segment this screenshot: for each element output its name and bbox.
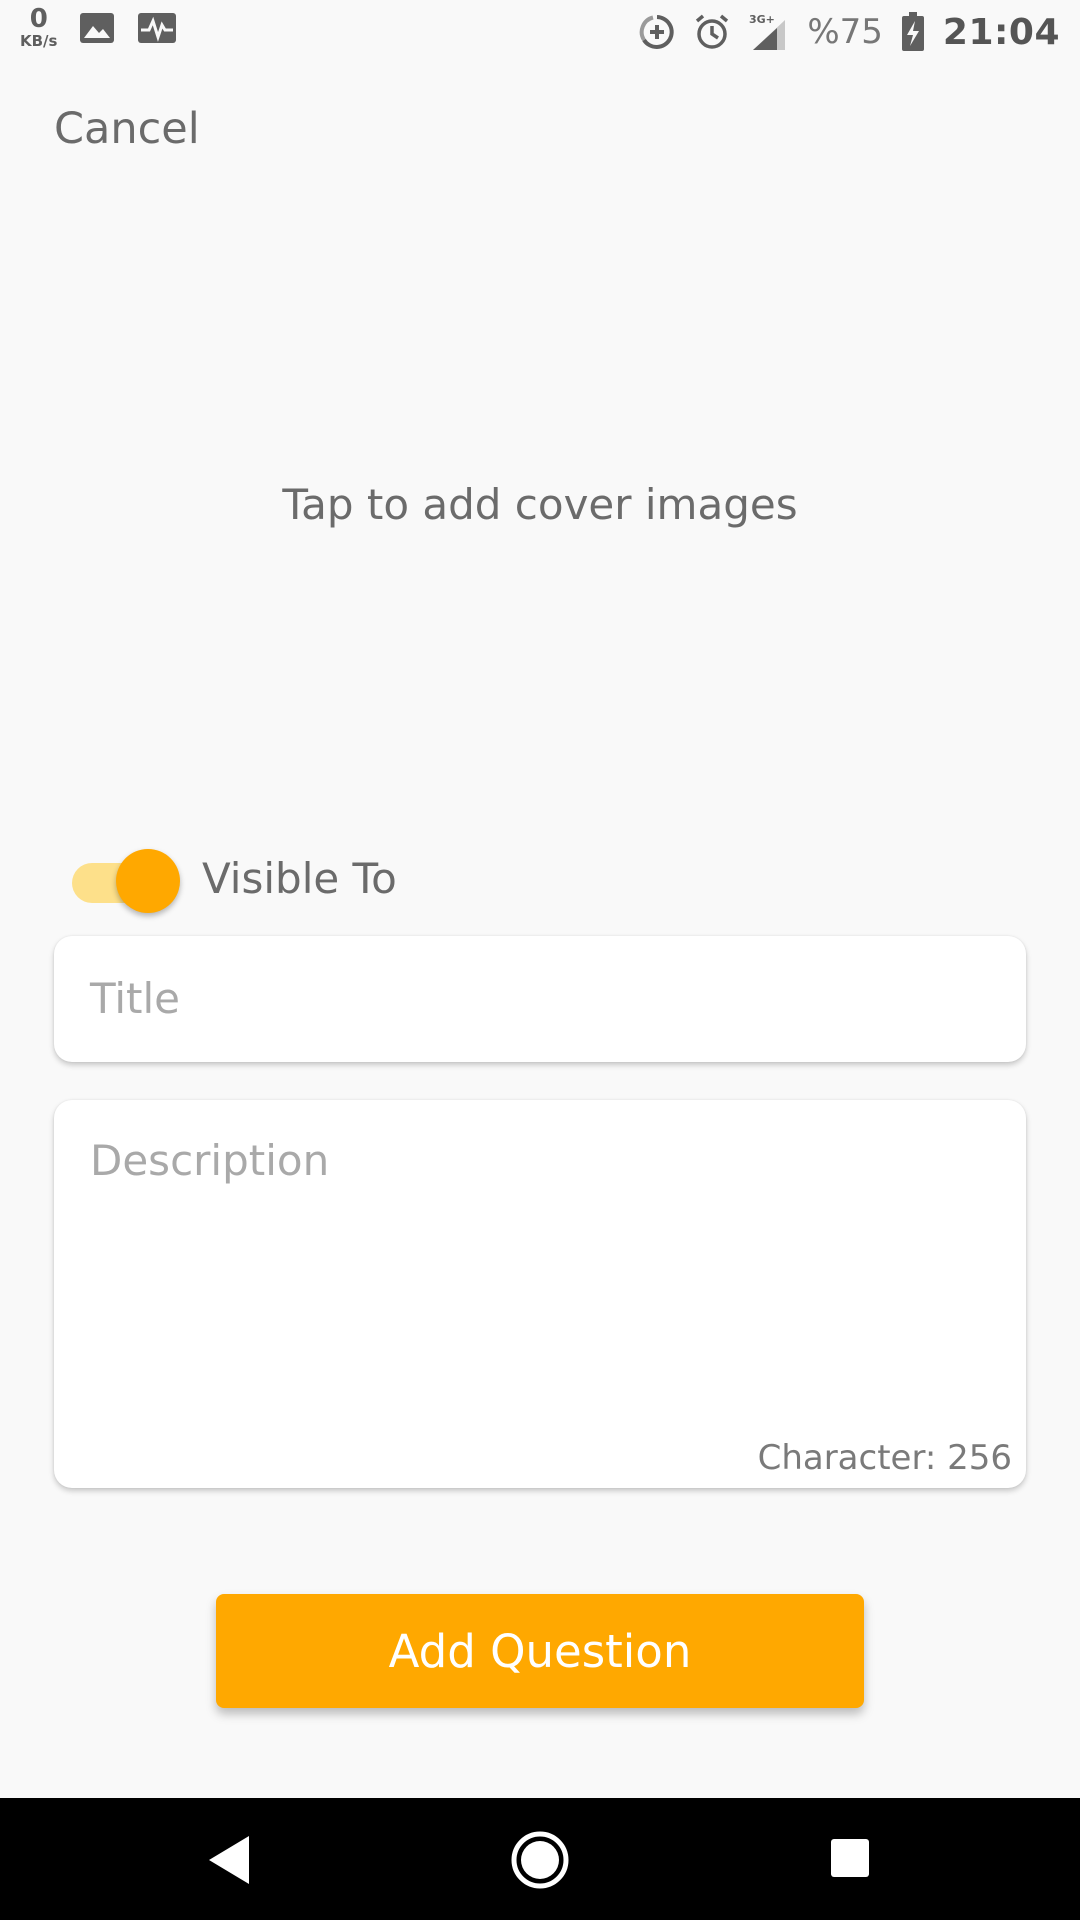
navigation-bar bbox=[0, 1798, 1080, 1920]
status-bar: 0 KB/s 3G+ %75 21:04 bbox=[0, 0, 1080, 62]
svg-text:3G+: 3G+ bbox=[749, 13, 775, 26]
battery-charging-icon bbox=[901, 12, 925, 52]
cancel-button[interactable]: Cancel bbox=[54, 104, 200, 154]
title-placeholder: Title bbox=[90, 974, 181, 1023]
alarm-icon bbox=[693, 13, 731, 51]
visibility-row: Visible To bbox=[70, 840, 397, 916]
home-icon[interactable] bbox=[510, 1830, 570, 1894]
clock: 21:04 bbox=[942, 11, 1060, 53]
signal-3g-icon: 3G+ bbox=[749, 12, 789, 52]
status-bar-left: 0 KB/s bbox=[20, 6, 177, 49]
network-speed-value: 0 bbox=[29, 4, 48, 34]
cover-image-picker[interactable]: Tap to add cover images bbox=[0, 170, 1080, 830]
description-placeholder: Description bbox=[90, 1136, 330, 1185]
network-speed-unit: KB/s bbox=[20, 32, 58, 50]
description-field[interactable]: Description Character: 256 bbox=[54, 1100, 1026, 1488]
gallery-icon bbox=[79, 12, 115, 44]
battery-percent: %75 bbox=[807, 12, 883, 52]
character-count: Character: 256 bbox=[757, 1438, 1012, 1478]
cover-image-prompt: Tap to add cover images bbox=[282, 480, 798, 529]
activity-icon bbox=[137, 12, 177, 44]
data-saver-icon bbox=[639, 14, 675, 50]
network-speed: 0 KB/s bbox=[20, 6, 57, 49]
visibility-label: Visible To bbox=[202, 853, 397, 903]
add-question-button[interactable]: Add Question bbox=[216, 1594, 864, 1708]
back-icon[interactable] bbox=[205, 1834, 253, 1890]
recent-apps-icon[interactable] bbox=[830, 1838, 870, 1882]
status-bar-right: 3G+ %75 21:04 bbox=[639, 10, 1060, 54]
visibility-toggle[interactable] bbox=[70, 845, 180, 913]
toggle-thumb bbox=[116, 849, 180, 913]
title-field[interactable]: Title bbox=[54, 936, 1026, 1062]
